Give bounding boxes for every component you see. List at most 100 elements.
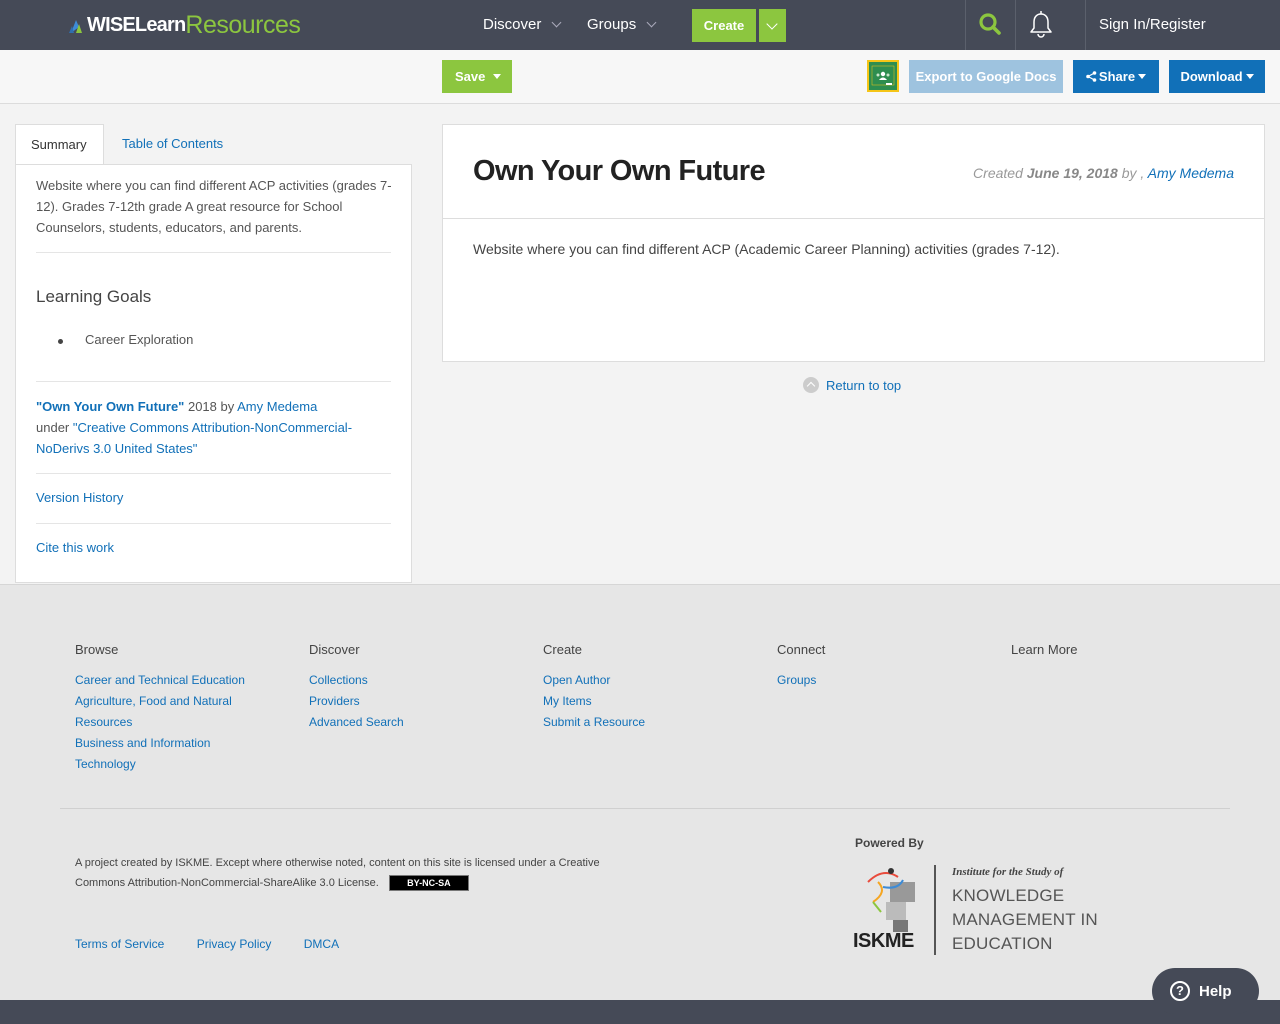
caret-down-icon (1138, 74, 1147, 79)
footer-learn-column: Learn More (1011, 642, 1201, 670)
notifications-button[interactable] (1016, 0, 1066, 50)
caret-down-icon (493, 74, 502, 79)
summary-text: Website where you can find different ACP… (36, 178, 392, 235)
share-button[interactable]: Share (1073, 60, 1159, 93)
return-to-top-link[interactable]: Return to top (803, 377, 901, 393)
footer-column-title: Discover (309, 642, 360, 657)
footer-link[interactable]: Submit a Resource (543, 712, 733, 733)
bottom-bar (0, 1000, 1280, 1024)
learning-goals-heading: Learning Goals (36, 287, 152, 306)
terms-of-service-link[interactable]: Terms of Service (75, 937, 164, 951)
attribution-year: 2018 by (184, 399, 238, 414)
footer-legal-links: Terms of Service Privacy Policy DMCA (75, 937, 368, 951)
footer-link[interactable]: Career and Technical Education (75, 670, 265, 691)
footer-column-title[interactable]: Learn More (1011, 642, 1201, 657)
share-button-label: Share (1098, 69, 1136, 84)
footer-column-title: Create (543, 642, 583, 657)
chevron-down-icon (766, 18, 778, 30)
iskme-label: ISKME (853, 930, 914, 952)
footer-link[interactable]: Providers (309, 691, 499, 712)
create-button[interactable]: Create (692, 9, 756, 42)
help-button[interactable]: ? Help (1152, 968, 1259, 1014)
attribution-author-link[interactable]: Amy Medema (237, 399, 317, 414)
license-notice: A project created by ISKME. Except where… (75, 853, 615, 893)
attribution-license-link[interactable]: "Creative Commons Attribution-NonCommerc… (36, 420, 352, 456)
iskme-line: MANAGEMENT IN (952, 910, 1098, 929)
cite-work-link[interactable]: Cite this work (36, 540, 114, 555)
site-logo[interactable]: WISELearn Resources (68, 10, 301, 40)
footer-column-title: Browse (75, 642, 119, 657)
iskme-line: KNOWLEDGE (952, 886, 1065, 905)
download-button-label: Download (1180, 69, 1243, 84)
resource-title: Own Your Own Future (473, 155, 766, 187)
resource-created-info: Created June 19, 2018 by , Amy Medema (973, 165, 1234, 181)
top-navbar: WISELearn Resources Discover Groups Crea… (0, 0, 1280, 50)
google-classroom-button[interactable] (867, 60, 899, 92)
create-dropdown-button[interactable] (759, 9, 786, 42)
attribution-title-link[interactable]: "Own Your Own Future" (36, 399, 184, 414)
bullet-icon (58, 339, 63, 344)
iskme-logo[interactable]: ISKME Institute for the Study of KNOWLED… (853, 862, 1113, 957)
footer-link[interactable]: Agriculture, Food and Natural Resources (75, 691, 250, 733)
learning-goal-item: Career Exploration (85, 332, 194, 347)
search-icon (979, 13, 1001, 35)
footer-connect-column: Connect Groups (777, 642, 967, 691)
nav-groups[interactable]: Groups (587, 0, 657, 50)
cc-license-badge[interactable]: BY-NC-SA (388, 875, 469, 892)
cc-badge-label: BY-NC-SA (407, 878, 451, 889)
divider (36, 381, 391, 382)
search-button[interactable] (966, 0, 1016, 50)
version-history-link[interactable]: Version History (36, 490, 123, 505)
resource-description: Website where you can find different ACP… (473, 241, 1060, 257)
nav-discover[interactable]: Discover (483, 0, 562, 50)
footer-column-title: Connect (777, 642, 826, 657)
tab-summary[interactable]: Summary (15, 124, 104, 165)
attribution-under: under (36, 420, 73, 435)
return-to-top-label: Return to top (826, 377, 902, 393)
footer-link[interactable]: Collections (309, 670, 499, 691)
iskme-line: EDUCATION (952, 934, 1053, 953)
iskme-kme-text: KNOWLEDGE MANAGEMENT IN EDUCATION (952, 884, 1098, 956)
nav-groups-label: Groups (587, 16, 637, 33)
tab-table-of-contents[interactable]: Table of Contents (107, 124, 238, 165)
iskme-institute-text: Institute for the Study of (952, 866, 1064, 878)
footer-link[interactable]: My Items (543, 691, 733, 712)
export-google-docs-button[interactable]: Export to Google Docs (909, 60, 1063, 93)
footer-link[interactable]: Open Author (543, 670, 733, 691)
attribution: "Own Your Own Future" 2018 by Amy Medema… (36, 396, 396, 459)
license-notice-text: A project created by ISKME. Except where… (75, 857, 600, 889)
created-prefix: Created (973, 165, 1027, 181)
logo-wise-text: WISELearn (87, 13, 186, 36)
logo-mark-icon (69, 20, 82, 33)
footer-link[interactable]: Business and Information Technology (75, 733, 235, 775)
divider (934, 865, 936, 955)
divider (36, 473, 391, 474)
footer-create-column: Create Open Author My Items Submit a Res… (543, 642, 733, 733)
divider (443, 218, 1264, 219)
arrow-up-circle-icon (803, 377, 819, 393)
created-author-link[interactable]: Amy Medema (1148, 165, 1234, 181)
nav-discover-label: Discover (483, 16, 542, 33)
footer-browse-column: Browse Career and Technical Education Ag… (75, 642, 265, 775)
footer-link[interactable]: Groups (777, 670, 967, 691)
created-by: by , (1117, 165, 1148, 181)
download-button[interactable]: Download (1169, 60, 1265, 93)
google-classroom-icon (869, 62, 897, 90)
save-button[interactable]: Save (442, 60, 512, 93)
footer-link[interactable]: Advanced Search (309, 712, 499, 733)
resource-main-panel: Own Your Own Future Created June 19, 201… (442, 124, 1265, 362)
signin-register-link[interactable]: Sign In/Register (1099, 0, 1206, 50)
divider (60, 808, 1230, 809)
nav-divider (1085, 0, 1086, 50)
footer-discover-column: Discover Collections Providers Advanced … (309, 642, 499, 733)
summary-panel: Website where you can find different ACP… (15, 164, 412, 583)
powered-by-label: Powered By (855, 836, 924, 850)
dmca-link[interactable]: DMCA (304, 937, 339, 951)
privacy-policy-link[interactable]: Privacy Policy (197, 937, 272, 951)
help-label: Help (1199, 982, 1232, 1000)
chevron-down-icon (646, 17, 657, 28)
divider (36, 523, 391, 524)
divider (36, 252, 391, 253)
logo-resources-text: Resources (185, 10, 301, 39)
site-footer: Browse Career and Technical Education Ag… (0, 584, 1280, 1000)
